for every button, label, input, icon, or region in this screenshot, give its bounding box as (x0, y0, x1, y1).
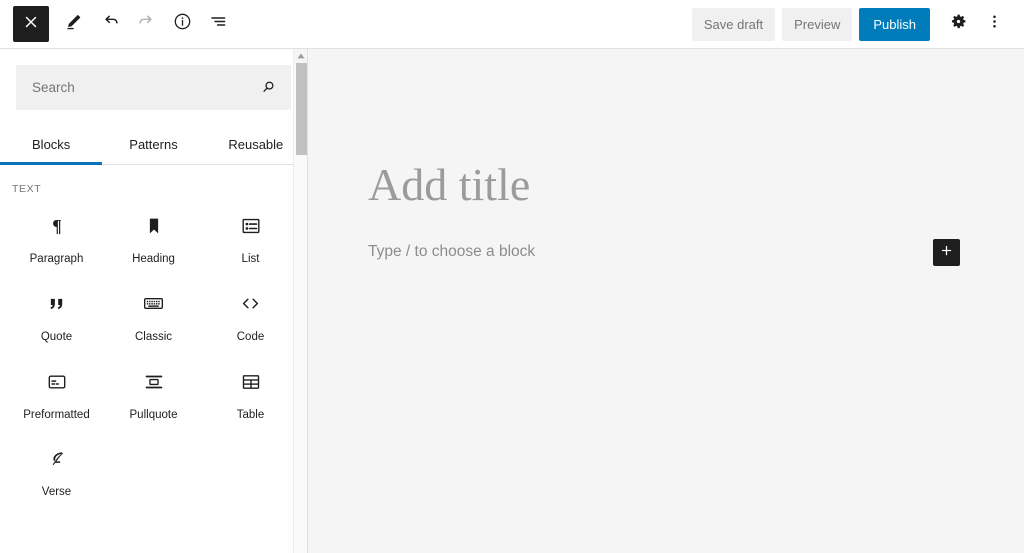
settings-button[interactable] (940, 6, 976, 42)
more-options-button[interactable] (976, 6, 1012, 42)
toolbar-left-group (13, 6, 236, 42)
block-label: Verse (41, 486, 72, 499)
list-icon (238, 213, 264, 239)
quote-icon (44, 291, 70, 317)
tab-reusable[interactable]: Reusable (205, 124, 307, 164)
scrollbar-thumb[interactable] (296, 63, 307, 155)
paragraph-icon: ¶ (44, 213, 70, 239)
details-button[interactable] (164, 6, 200, 42)
block-item-quote[interactable]: Quote (8, 277, 105, 355)
block-list-scroll-area: TEXT ¶ Paragraph Heading List Quote Clas… (0, 165, 307, 553)
plus-icon (939, 243, 954, 263)
preview-button[interactable]: Preview (782, 7, 853, 41)
block-label: Code (236, 330, 265, 343)
close-icon (22, 13, 40, 36)
search-input[interactable] (17, 66, 290, 109)
publish-button[interactable]: Publish (859, 7, 930, 41)
block-item-preformatted[interactable]: Preformatted (8, 355, 105, 433)
table-icon (238, 369, 264, 395)
block-label: Heading (132, 253, 175, 265)
save-draft-button[interactable]: Save draft (691, 7, 776, 41)
close-inserter-button[interactable] (13, 6, 49, 42)
toolbar-right-group: Save draft Preview Publish (691, 6, 1012, 42)
edit-mode-button[interactable] (56, 6, 92, 42)
block-item-classic[interactable]: Classic (105, 277, 202, 355)
redo-button[interactable] (128, 6, 164, 42)
list-view-icon (208, 11, 229, 37)
block-item-heading[interactable]: Heading (105, 199, 202, 277)
scrollbar-up-arrow[interactable] (294, 49, 307, 63)
heading-icon (141, 213, 167, 239)
add-block-button[interactable] (933, 239, 960, 266)
block-item-verse[interactable]: Verse (8, 432, 105, 510)
editor-canvas: Add title Type / to choose a block (308, 49, 1024, 553)
tab-blocks[interactable]: Blocks (0, 124, 103, 165)
info-icon (172, 11, 193, 37)
verse-icon (44, 446, 70, 472)
undo-button[interactable] (92, 6, 128, 42)
edit-icon (64, 11, 85, 37)
block-label: Table (236, 408, 265, 421)
pullquote-icon (141, 369, 167, 395)
block-inserter-panel: Blocks Patterns Reusable TEXT ¶ Paragrap… (0, 49, 308, 553)
editor-toolbar: Save draft Preview Publish (0, 0, 1024, 49)
search-box[interactable] (16, 65, 291, 110)
block-editor-app: Save draft Preview Publish Search Blocks… (0, 0, 1024, 553)
block-category-heading: TEXT (12, 183, 42, 195)
block-label: Classic (134, 330, 173, 343)
code-icon (238, 291, 264, 317)
list-view-button[interactable] (200, 6, 236, 42)
block-label: List (241, 253, 260, 265)
default-block-prompt[interactable]: Type / to choose a block (368, 243, 535, 261)
undo-icon (100, 11, 121, 37)
block-item-table[interactable]: Table (202, 355, 299, 433)
block-item-pullquote[interactable]: Pullquote (105, 355, 202, 433)
block-item-paragraph[interactable]: ¶ Paragraph (8, 199, 105, 277)
editor-body: Blocks Patterns Reusable TEXT ¶ Paragrap… (0, 49, 1024, 553)
block-label: Paragraph (29, 253, 84, 265)
block-item-list[interactable]: List (202, 199, 299, 277)
inserter-tabs: Blocks Patterns Reusable (0, 124, 307, 165)
classic-icon (141, 291, 167, 317)
block-label: Quote (40, 330, 73, 343)
ellipsis-vertical-icon (984, 11, 1005, 37)
post-title-placeholder[interactable]: Add title (368, 157, 530, 212)
gear-icon (948, 11, 969, 37)
tab-patterns[interactable]: Patterns (102, 124, 204, 164)
preformatted-icon (44, 369, 70, 395)
inserter-scrollbar[interactable] (293, 49, 307, 553)
redo-icon (136, 11, 157, 37)
block-grid: ¶ Paragraph Heading List Quote Classic C… (0, 199, 307, 510)
svg-text:¶: ¶ (52, 216, 61, 236)
block-label: Pullquote (129, 408, 178, 421)
search-section (0, 49, 307, 110)
search-icon[interactable] (256, 76, 280, 100)
block-label: Preformatted (23, 408, 90, 421)
block-item-code[interactable]: Code (202, 277, 299, 355)
